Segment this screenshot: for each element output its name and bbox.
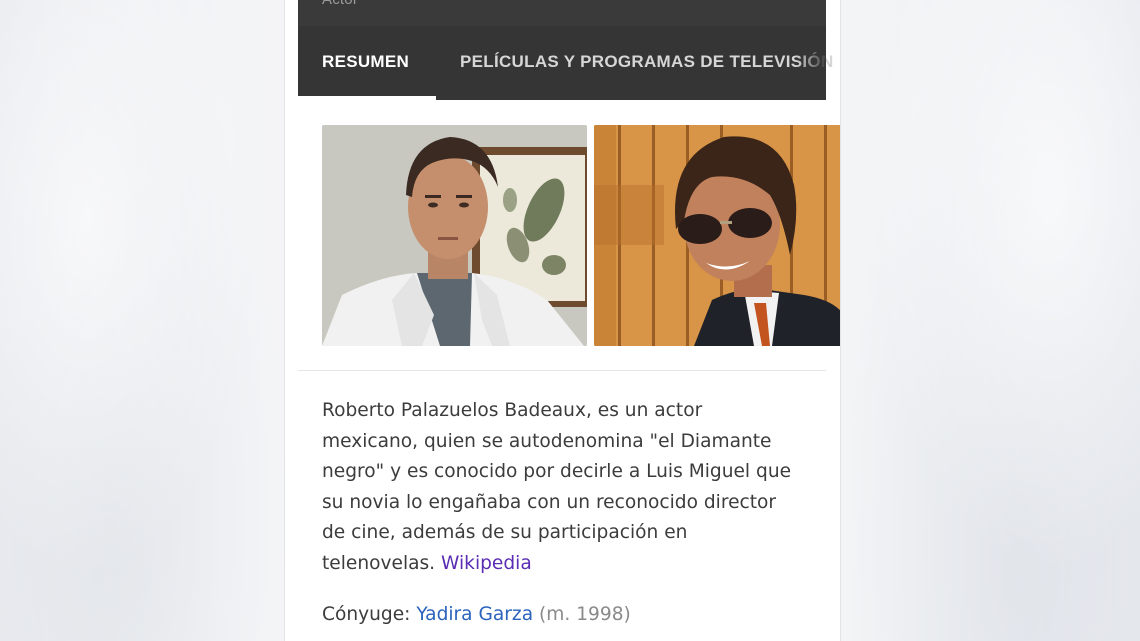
knowledge-panel-card: Actor RESUMEN PELÍCULAS Y PROGRAMAS DE T… — [285, 0, 840, 641]
person-photo-icon — [322, 125, 587, 346]
panel-header: Actor RESUMEN PELÍCULAS Y PROGRAMAS DE T… — [298, 0, 833, 100]
entity-description: Roberto Palazuelos Badeaux, es un actor … — [322, 396, 812, 580]
description-line: Roberto Palazuelos Badeaux, es un actor — [322, 400, 703, 421]
person-photo-2[interactable] — [594, 125, 840, 346]
description-line: telenovelas. — [322, 552, 436, 574]
tab-bar: RESUMEN PELÍCULAS Y PROGRAMAS DE TELEVIS… — [298, 26, 833, 100]
background-right — [840, 0, 1140, 641]
spouse-fact-row: Cónyuge: Yadira Garza (m. 1998) — [322, 604, 631, 625]
spouse-name-link[interactable]: Yadira Garza — [416, 604, 533, 625]
person-photo-1[interactable] — [322, 125, 587, 346]
description-last-line: telenovelas. Wikipedia — [322, 549, 812, 580]
active-tab-indicator — [298, 96, 436, 100]
person-photo-icon — [594, 125, 840, 346]
background-left — [0, 0, 285, 641]
tab-peliculas[interactable]: PELÍCULAS Y PROGRAMAS DE TELEVISIÓN — [460, 26, 834, 98]
spouse-marriage-year: (m. 1998) — [539, 604, 631, 625]
tab-resumen[interactable]: RESUMEN — [322, 26, 409, 98]
entity-subtitle: Actor — [322, 0, 358, 8]
description-line: negro" y es conocido por decirle a Luis … — [322, 461, 792, 483]
tab-overflow-fade — [796, 26, 826, 98]
tab-resumen-label: RESUMEN — [322, 52, 410, 71]
section-divider — [298, 370, 826, 371]
wikipedia-source-link[interactable]: Wikipedia — [441, 553, 532, 574]
description-line: de cine, además de su participación en — [322, 522, 688, 544]
spouse-label: Cónyuge: — [322, 604, 411, 625]
subtitle-strip: Actor — [298, 0, 826, 27]
description-line: su novia lo engañaba con un reconocido d… — [322, 491, 777, 513]
tab-peliculas-label: PELÍCULAS Y PROGRAMAS DE TELEVISIÓN — [460, 52, 834, 71]
description-line: mexicano, quien se autodenomina "el Diam… — [322, 430, 772, 452]
